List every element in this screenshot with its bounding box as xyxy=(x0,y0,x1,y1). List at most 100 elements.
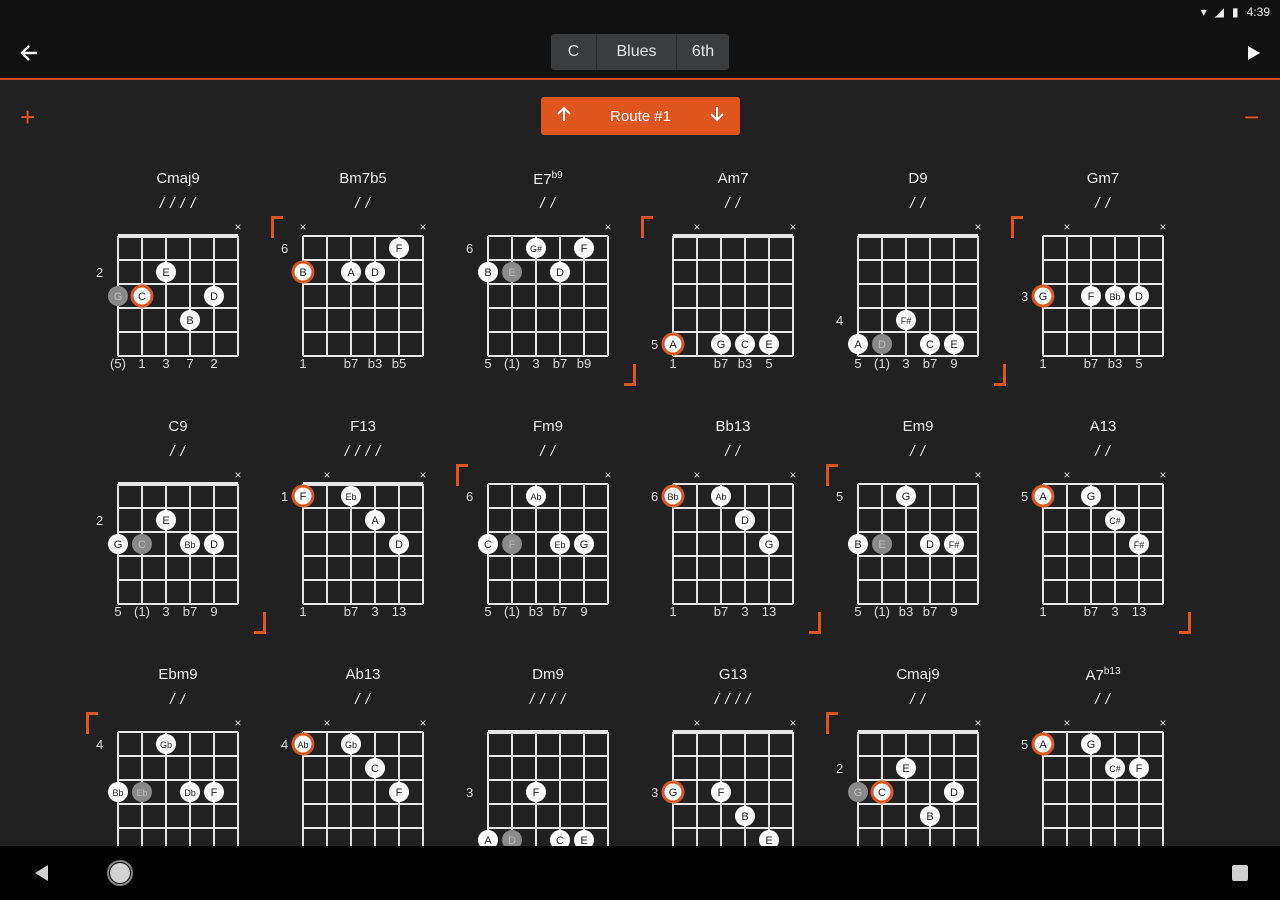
chord-card[interactable]: E7b9 / / × 6 B E G# D F 5 (1) 3 b7 b9 xyxy=(458,158,638,398)
style-segment[interactable]: Blues xyxy=(597,34,677,70)
note-label: G xyxy=(114,539,123,551)
muted-string-mark: × xyxy=(1159,716,1166,730)
clock: 4:39 xyxy=(1246,5,1270,19)
muted-string-mark: × xyxy=(234,468,241,482)
note-label: G xyxy=(580,539,589,551)
strum-pattern: / / xyxy=(355,691,371,708)
back-arrow-icon[interactable] xyxy=(14,38,44,68)
wifi-icon: ▾ xyxy=(1200,5,1207,19)
note-label: D xyxy=(371,267,379,279)
strum-pattern: / / xyxy=(910,691,926,708)
muted-string-mark: × xyxy=(974,468,981,482)
chord-name: A13 xyxy=(1089,418,1117,435)
route-label[interactable]: Route #1 xyxy=(610,108,671,125)
key-segment[interactable]: C xyxy=(551,34,597,70)
note-label: G# xyxy=(530,244,542,254)
note-label: F xyxy=(396,787,403,799)
chord-card[interactable]: Bb13 / / × × 6 Bb Ab D G 1 b7 3 13 xyxy=(643,406,823,646)
interval-label: 13 xyxy=(1131,604,1147,619)
note-label: C xyxy=(138,539,146,551)
note-label: Ab xyxy=(715,492,726,502)
interval-row: 1 b7 b3 5 xyxy=(1013,356,1193,372)
note-label: F xyxy=(533,787,540,799)
note-label: B xyxy=(741,811,748,823)
note-label: Bb xyxy=(667,492,678,502)
interval-label: 13 xyxy=(391,604,407,619)
fretboard: 3 FA D C E xyxy=(466,730,609,853)
muted-string-mark: × xyxy=(1159,220,1166,234)
nav-home-icon[interactable] xyxy=(106,859,134,887)
chord-card[interactable]: Fm9 / / × 6 C F Ab Eb G 5 (1) b3 b7 9 xyxy=(456,406,638,646)
note-label: B xyxy=(484,267,491,279)
muted-string-mark: × xyxy=(419,716,426,730)
note-label: A xyxy=(371,515,379,527)
route-selector: Route #1 xyxy=(541,97,740,135)
chord-name: A7b13 xyxy=(1085,666,1121,684)
strum-pattern: / / xyxy=(725,195,741,212)
fretboard: × × 6B A D F xyxy=(281,220,427,357)
note-label: G xyxy=(854,787,863,799)
type-segment[interactable]: 6th xyxy=(677,34,729,70)
chord-name: Ebm9 xyxy=(158,666,198,683)
chord-card[interactable]: Gm7 / / × × 3 G F Bb D 1 b7 b3 5 xyxy=(1011,158,1193,398)
note-label: G xyxy=(1087,491,1096,503)
interval-label: 1 xyxy=(669,356,677,371)
note-label: E xyxy=(950,339,957,351)
strum-pattern: / / xyxy=(725,443,741,460)
note-label: E xyxy=(162,267,169,279)
note-label: G xyxy=(902,491,911,503)
chord-card[interactable]: A13 / / × × 5 A G C# F# 1 b7 3 13 xyxy=(1013,406,1193,646)
chord-name: G13 xyxy=(718,666,748,683)
remove-icon[interactable]: − xyxy=(1244,104,1259,130)
muted-string-mark: × xyxy=(419,220,426,234)
play-icon[interactable] xyxy=(1240,38,1268,68)
note-label: G xyxy=(765,539,774,551)
fret-number: 5 xyxy=(1021,489,1028,504)
note-label: B xyxy=(854,539,861,551)
note-label: F# xyxy=(1134,540,1145,550)
chord-card[interactable]: Em9 / / × 5 B E G D F# 5 (1) b3 b7 9 xyxy=(826,406,1008,646)
muted-string-mark: × xyxy=(1063,220,1070,234)
interval-label: 5 xyxy=(765,356,773,371)
signal-icon: ◢ xyxy=(1214,5,1225,19)
muted-string-mark: × xyxy=(419,468,426,482)
chord-card[interactable]: C9 / / × 2 G C E Bb D 5 (1) 3 b7 9 xyxy=(88,406,268,646)
muted-string-mark: × xyxy=(974,220,981,234)
note-label: B xyxy=(926,811,933,823)
muted-string-mark: × xyxy=(789,468,796,482)
note-label: B xyxy=(299,267,306,279)
interval-label: 5 xyxy=(1135,356,1143,371)
muted-string-mark: × xyxy=(604,220,611,234)
nav-back-icon[interactable] xyxy=(28,860,54,886)
interval-row: 5 (1) b3 b7 9 xyxy=(828,604,1008,620)
add-icon[interactable]: + xyxy=(20,104,35,130)
muted-string-mark: × xyxy=(604,468,611,482)
fretboard: × 5 B E G D F# xyxy=(836,468,982,605)
chord-card[interactable]: Cmaj9/ / / / × 2 G C E B D (5) 1 3 7 2 xyxy=(88,158,268,398)
strum-pattern: / / xyxy=(1095,195,1111,212)
fretboard: × 4 Bb Eb Gb Db F xyxy=(96,716,242,853)
muted-string-mark: × xyxy=(1063,468,1070,482)
interval-row: 5 (1) 3 b7 9 xyxy=(828,356,1008,372)
note-label: C# xyxy=(1109,516,1121,526)
note-label: Bb xyxy=(1109,292,1120,302)
note-label: D xyxy=(878,339,886,351)
interval-label: 9 xyxy=(950,604,958,619)
note-label: C xyxy=(926,339,934,351)
strum-pattern: / / / / xyxy=(344,443,382,460)
fret-number: 3 xyxy=(1021,289,1028,304)
chord-card[interactable]: F13/ / / / × × 1 F Eb A D 1 b7 3 13 xyxy=(273,406,453,646)
note-label: F xyxy=(211,787,218,799)
note-label: F xyxy=(581,243,588,255)
strum-pattern: / / xyxy=(170,691,186,708)
chord-card[interactable]: D9 / / × 4 A D F# C E 5 (1) 3 b7 9 xyxy=(828,158,1008,398)
interval-label: 9 xyxy=(210,604,218,619)
nav-recents-icon[interactable] xyxy=(1228,861,1252,885)
fret-number: 4 xyxy=(96,737,103,752)
fret-number: 3 xyxy=(466,785,473,800)
chord-card[interactable]: Am7/ / × × 5 A G C E 1 b7 b3 5 xyxy=(641,158,823,398)
arrow-up-icon[interactable] xyxy=(555,105,573,127)
arrow-down-icon[interactable] xyxy=(708,105,726,127)
chord-card[interactable]: Bm7b5 / / × × 6 B A D F 1 b7 b3 b5 xyxy=(271,158,453,398)
note-label: Db xyxy=(184,788,196,798)
